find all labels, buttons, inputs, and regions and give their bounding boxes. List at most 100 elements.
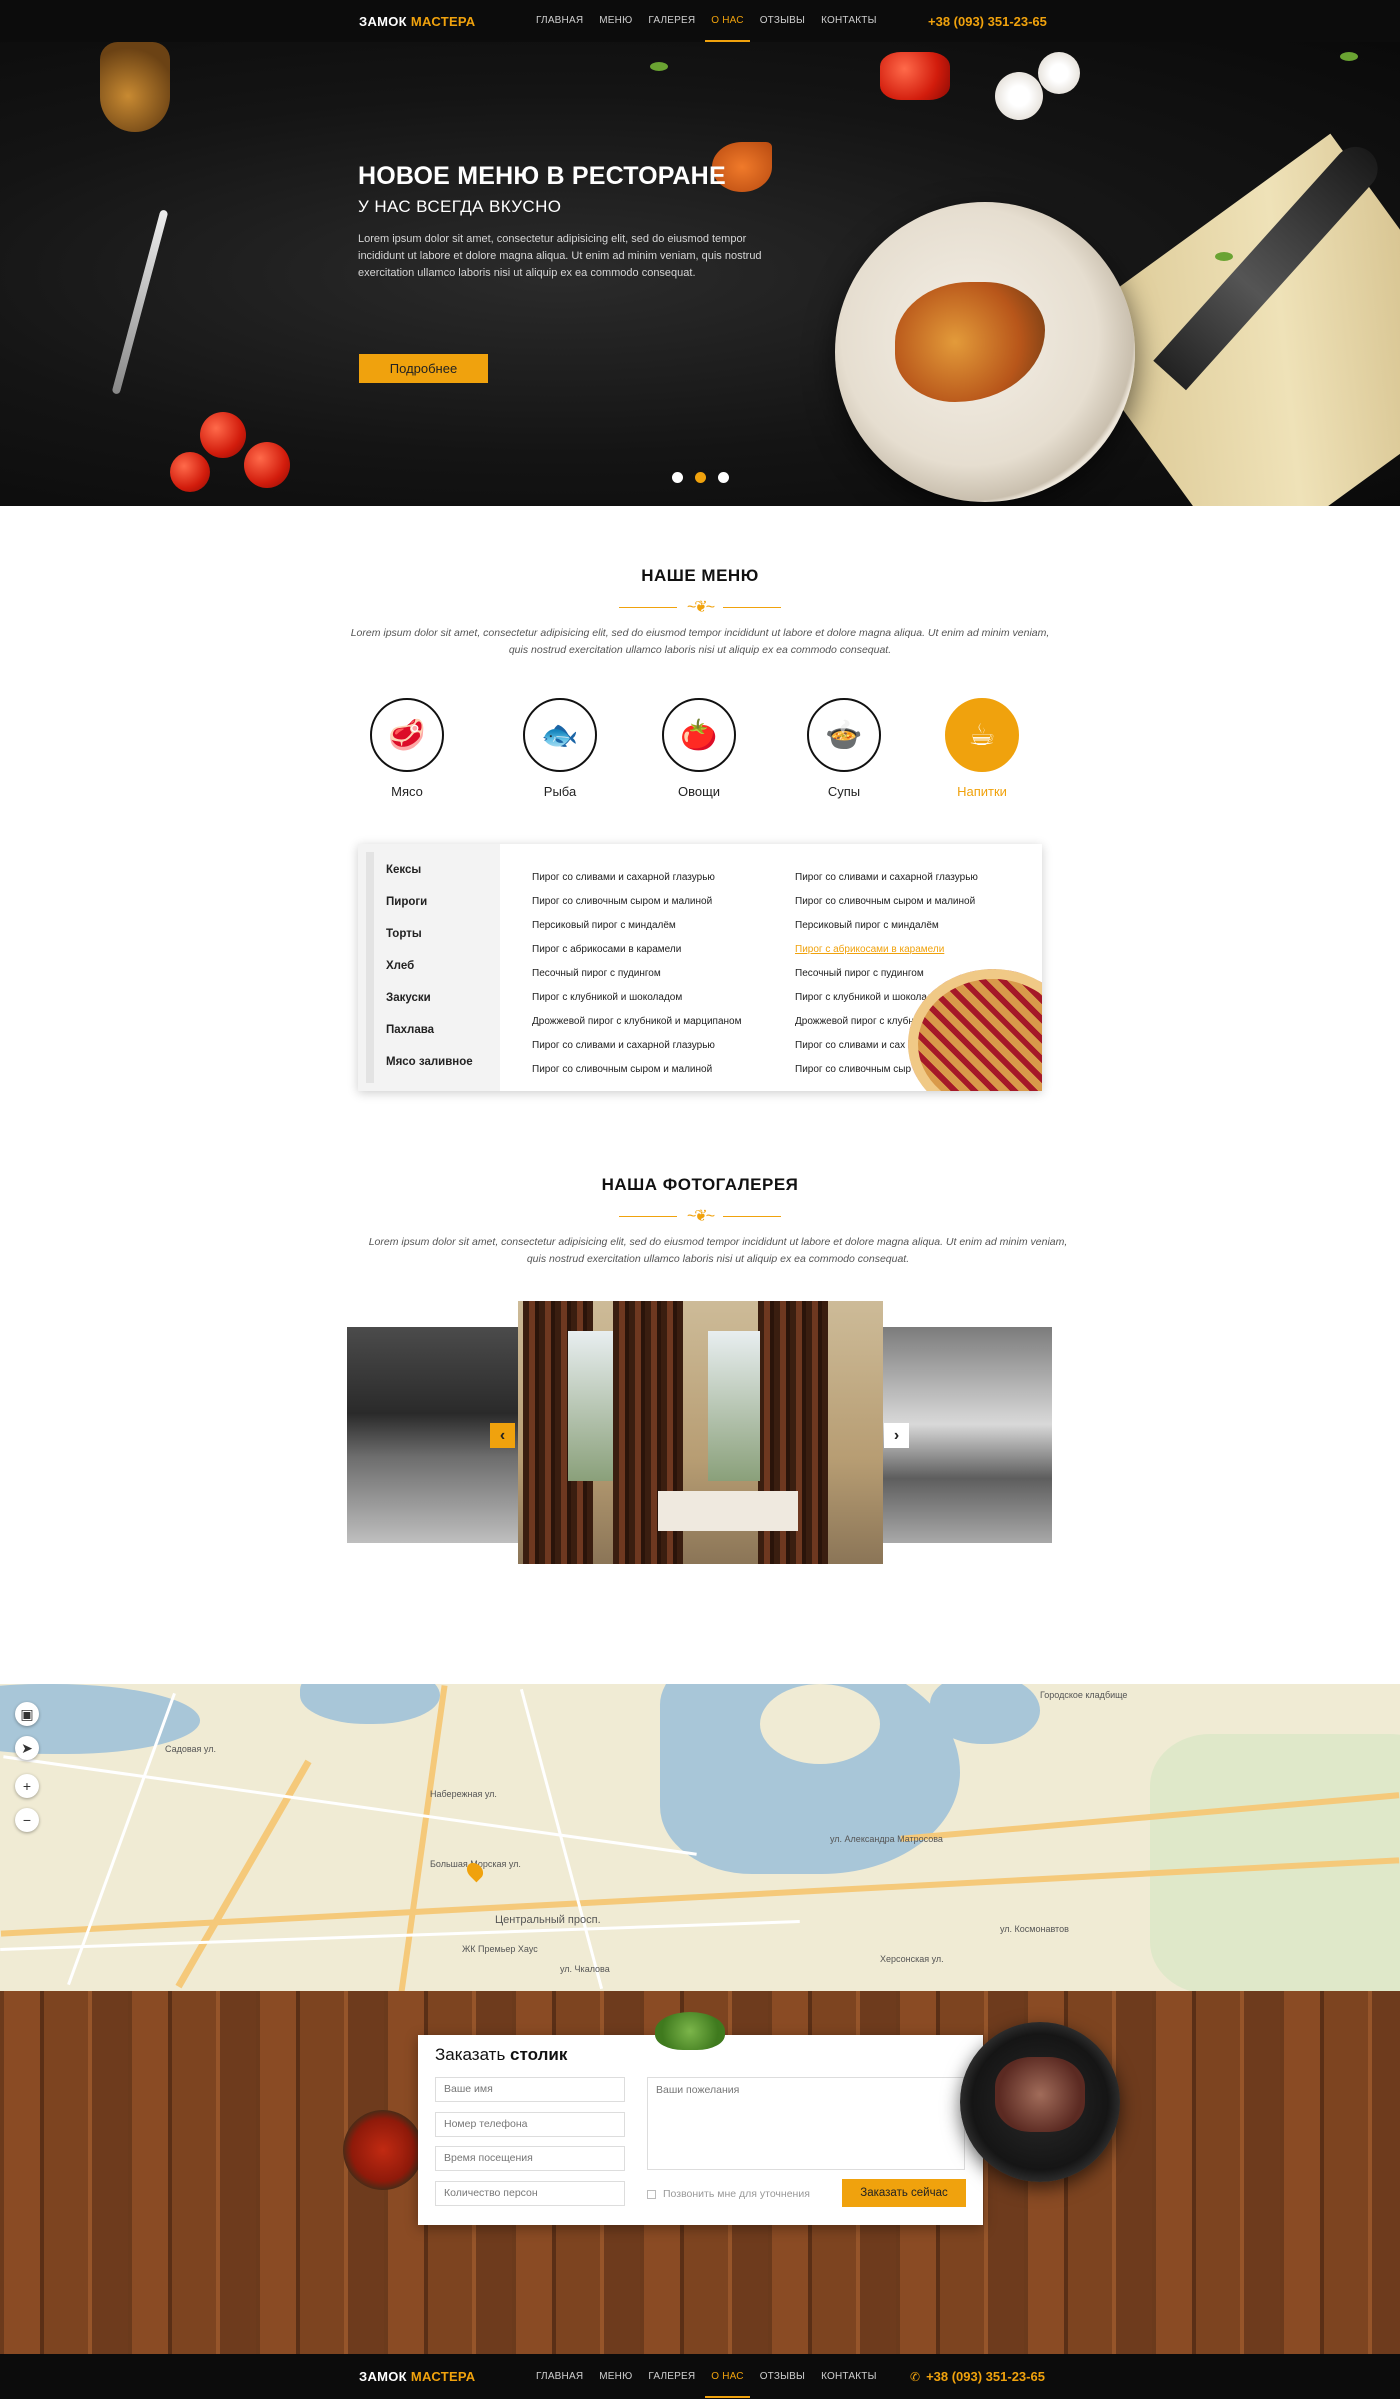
phone-input[interactable]: Номер телефона: [435, 2112, 625, 2137]
menu-item[interactable]: Пирог с клубникой и шоколадом: [532, 992, 741, 1016]
category-drinks[interactable]: ☕ Напитки: [927, 698, 1037, 799]
nav-contacts[interactable]: КОНТАКТЫ: [821, 2356, 877, 2398]
gallery-prev-button[interactable]: ‹: [490, 1423, 515, 1448]
category-label: Рыба: [543, 784, 577, 799]
hero-paragraph: Lorem ipsum dolor sit amet, consectetur …: [358, 233, 762, 279]
menu-item-highlighted[interactable]: Пирог с абрикосами в карамели: [795, 944, 978, 968]
menu-item[interactable]: Персиковый пирог с миндалём: [532, 920, 741, 944]
oil-bottle-decor: [100, 42, 170, 132]
slider-dot-3[interactable]: [718, 472, 729, 483]
nav-home[interactable]: ГЛАВНАЯ: [536, 0, 583, 42]
gallery-photo-dining-room[interactable]: [518, 1301, 883, 1564]
coffee-cup-icon: ☕: [945, 698, 1019, 772]
phone-icon: ✆: [910, 2370, 921, 2384]
subcategory-item[interactable]: Кексы: [386, 864, 473, 896]
map-road: [175, 1759, 312, 1989]
tomato-decor: [244, 442, 290, 488]
map-locate-icon[interactable]: ➤: [15, 1736, 39, 1760]
map-zoom-in-button[interactable]: +: [15, 1774, 39, 1798]
category-label: Овощи: [677, 784, 721, 799]
slider-dot-2[interactable]: [695, 472, 706, 483]
menu-item[interactable]: Дрожжевой пирог с клубникой и марципаном: [532, 1016, 741, 1040]
fish-icon: 🐟: [523, 698, 597, 772]
menu-item[interactable]: Пирог со сливочным сыром и малиной: [795, 896, 978, 920]
menu-item[interactable]: Пирог со сливочным сыром и малиной: [532, 896, 741, 920]
footer-logo[interactable]: ЗАМОК МАСТЕРА: [359, 2369, 475, 2384]
category-label: Мясо: [391, 784, 423, 799]
map-zoom-out-button[interactable]: −: [15, 1808, 39, 1832]
nav-gallery[interactable]: ГАЛЕРЕЯ: [648, 2356, 695, 2398]
subcategory-sidebar: Кексы Пироги Торты Хлеб Закуски Пахлава …: [358, 844, 500, 1091]
logo-part-2: МАСТЕРА: [410, 13, 476, 29]
logo[interactable]: ЗАМОК МАСТЕРА: [359, 14, 475, 29]
subcategory-item[interactable]: Закуски: [386, 992, 473, 1024]
subcategory-item[interactable]: Пахлава: [386, 1024, 473, 1056]
gallery-desc-line-2: quis nostrud exercitation ullamco labori…: [526, 1253, 910, 1265]
onion-decor: [995, 72, 1043, 120]
basil-decor: [655, 2012, 725, 2050]
persons-input[interactable]: Количество персон: [435, 2181, 625, 2206]
reservation-title: Заказать столик: [435, 2045, 567, 2065]
tomato-decor: [170, 452, 210, 492]
hero-title: НОВОЕ МЕНЮ В РЕСТОРАНЕ: [358, 162, 726, 190]
subcategory-item[interactable]: Торты: [386, 928, 473, 960]
logo-part-1: ЗАМОК: [359, 13, 407, 29]
menu-item[interactable]: Пирог со сливами и сахарной глазурью: [532, 1040, 741, 1064]
category-label: Супы: [827, 784, 861, 799]
header-phone[interactable]: +38 (093) 351-23-65: [928, 14, 1047, 29]
map[interactable]: Центральный просп. Набережная ул. Больша…: [0, 1684, 1400, 1991]
visit-time-input[interactable]: Время посещения: [435, 2146, 625, 2171]
map-street-label: Центральный просп.: [495, 1914, 601, 1926]
map-street-label: ул. Чкалова: [560, 1964, 610, 1974]
wishes-textarea[interactable]: Ваши пожелания: [647, 2077, 965, 2170]
hero-subtitle: У НАС ВСЕГДА ВКУСНО: [358, 197, 562, 216]
order-now-button[interactable]: Заказать сейчас: [842, 2179, 966, 2207]
nav-about[interactable]: О НАС: [705, 2356, 751, 2398]
menu-item[interactable]: Персиковый пирог с миндалём: [795, 920, 978, 944]
gallery-section-title: НАША ФОТОГАЛЕРЕЯ: [601, 1175, 799, 1194]
nav-gallery[interactable]: ГАЛЕРЕЯ: [648, 0, 695, 42]
subcategory-item[interactable]: Мясо заливное: [386, 1056, 473, 1088]
meat-icon: 🥩: [370, 698, 444, 772]
subcategory-item[interactable]: Пироги: [386, 896, 473, 928]
map-layers-icon[interactable]: ▣: [15, 1702, 39, 1726]
nav-contacts[interactable]: КОНТАКТЫ: [821, 0, 877, 42]
more-button[interactable]: Подробнее: [359, 354, 488, 383]
gallery-next-button[interactable]: ›: [884, 1423, 909, 1448]
name-input[interactable]: Ваше имя: [435, 2077, 625, 2102]
slider-dot-1[interactable]: [672, 472, 683, 483]
tomato-decor: [200, 412, 246, 458]
category-label: Напитки: [957, 784, 1007, 799]
nav-reviews[interactable]: ОТЗЫВЫ: [760, 0, 805, 42]
nav-menu[interactable]: МЕНЮ: [599, 0, 632, 42]
category-vegetables[interactable]: 🍅 Овощи: [644, 698, 754, 799]
category-soups[interactable]: 🍲 Супы: [789, 698, 899, 799]
subcategory-item[interactable]: Хлеб: [386, 960, 473, 992]
nav-about[interactable]: О НАС: [705, 0, 751, 42]
fork-decor: [111, 209, 169, 395]
map-water: [300, 1684, 440, 1724]
checkbox-icon: [647, 2189, 656, 2199]
hero-slider: НОВОЕ МЕНЮ В РЕСТОРАНЕ У НАС ВСЕГДА ВКУС…: [0, 42, 1400, 506]
gallery-ornament: ~❦~: [0, 1206, 1400, 1226]
category-meat[interactable]: 🥩 Мясо: [352, 698, 462, 799]
category-fish[interactable]: 🐟 Рыба: [505, 698, 615, 799]
menu-item[interactable]: Пирог со сливами и сахарной глазурью: [795, 872, 978, 896]
map-road: [398, 1685, 448, 1991]
map-street-label: Садовая ул.: [165, 1744, 216, 1754]
callback-label: Позвонить мне для уточнения: [663, 2188, 810, 2200]
footer-phone[interactable]: ✆ +38 (093) 351-23-65: [910, 2369, 1045, 2384]
slider-dots: [672, 472, 729, 483]
sidebar-scrollbar[interactable]: [366, 852, 374, 1083]
menu-item[interactable]: Пирог со сливочным сыром и малиной: [532, 1064, 741, 1088]
menu-item[interactable]: Пирог со сливами и сахарной глазурью: [532, 872, 741, 896]
meat-dish-decor: [995, 2057, 1085, 2132]
menu-item[interactable]: Пирог с абрикосами в карамели: [532, 944, 741, 968]
nav-menu[interactable]: МЕНЮ: [599, 2356, 632, 2398]
menu-item[interactable]: Песочный пирог с пудингом: [532, 968, 741, 992]
nav-home[interactable]: ГЛАВНАЯ: [536, 2356, 583, 2398]
callback-checkbox[interactable]: Позвонить мне для уточнения: [647, 2188, 810, 2200]
dish-decor: [895, 282, 1045, 402]
map-street-label: ул. Александра Матросова: [830, 1834, 943, 1844]
nav-reviews[interactable]: ОТЗЫВЫ: [760, 2356, 805, 2398]
